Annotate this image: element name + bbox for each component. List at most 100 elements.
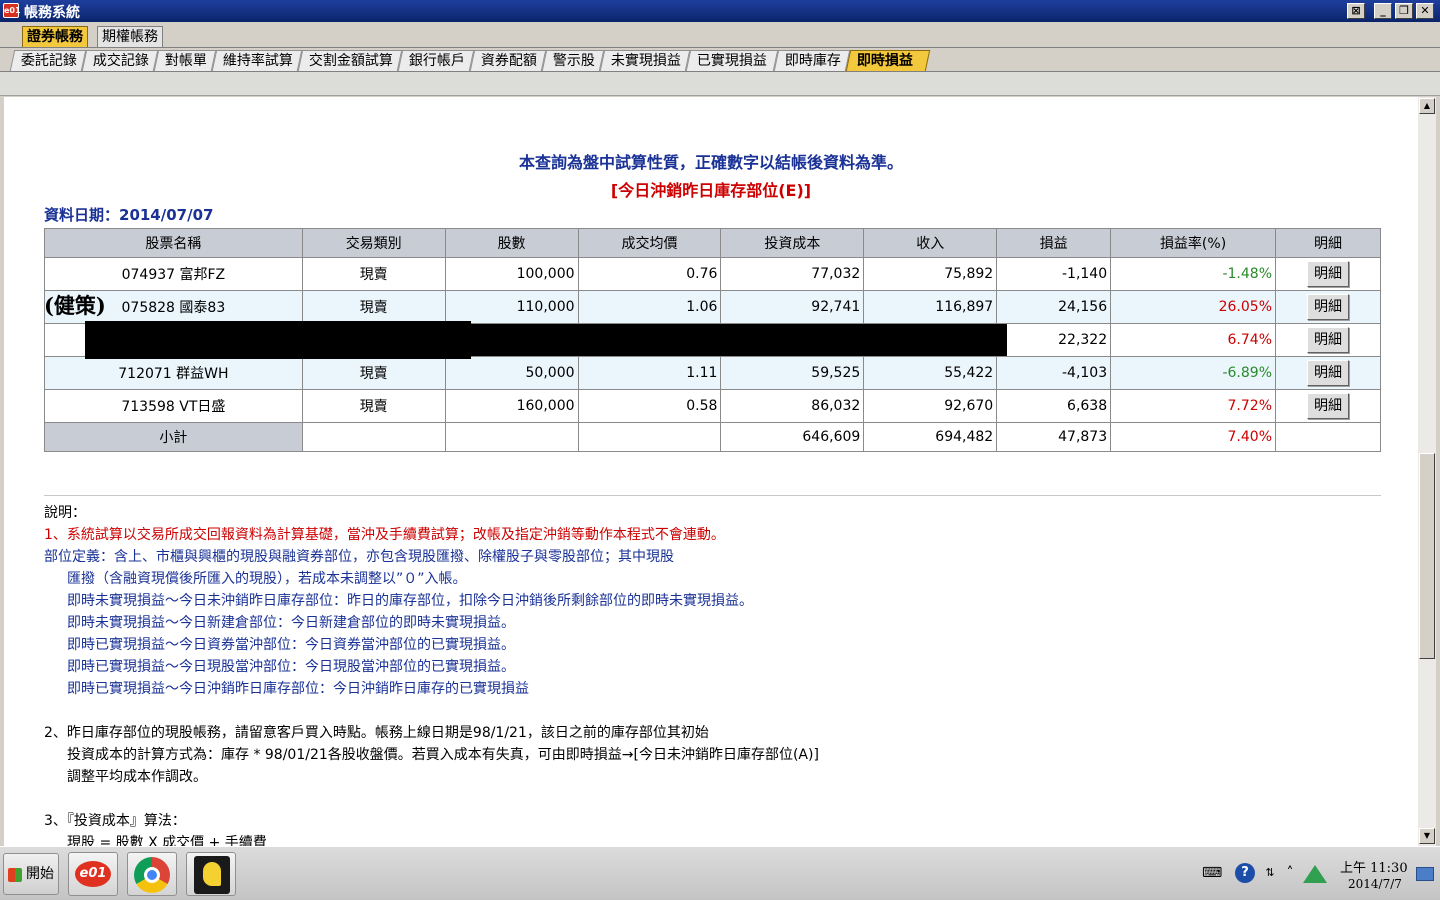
scroll-thumb[interactable] <box>1419 453 1435 659</box>
note-definition: 即時已實現損益～今日資券當沖部位：今日資券當沖部位的已實現損益。 <box>67 637 515 653</box>
sub-tabs: 委託記錄 成交記錄 對帳單 維持率試算 交割金額試算 銀行帳戶 資券配額 警示股… <box>0 48 1440 72</box>
cell-trade-type: 現賣 <box>301 389 446 423</box>
cell-income: 92,670 <box>863 389 998 423</box>
clock-time[interactable]: 上午 11:30 <box>1340 857 1408 876</box>
tab-quota[interactable]: 資券配額 <box>469 50 547 71</box>
cell-pl-rate: 6.74% <box>1110 323 1276 357</box>
subtotal-label: 小計 <box>44 422 303 452</box>
cell-trade-type: 現賣 <box>301 290 446 324</box>
tab-settlement[interactable]: 交割金額試算 <box>297 50 403 71</box>
tab-warning-stocks[interactable]: 警示股 <box>541 50 605 71</box>
tab-securities[interactable]: 證券帳務 <box>22 26 88 47</box>
window-title: 帳務系統 <box>24 5 80 21</box>
minimize-button[interactable]: _ <box>1374 3 1392 19</box>
taskbar-app-yellow[interactable] <box>186 852 236 896</box>
cell-detail: 明細 <box>1275 323 1381 357</box>
cell-pl: 6,638 <box>996 389 1112 423</box>
network-icon[interactable]: ⇅ <box>1260 863 1280 883</box>
note-definition: 匯撥（含融資現償後所匯入的現股），若成本未調整以”０”入帳。 <box>67 571 467 587</box>
subnotice-text: [今日沖銷昨日庫存部位(E)] <box>610 181 812 200</box>
restore-button[interactable]: ❐ <box>1395 3 1413 19</box>
start-button[interactable]: 開始 <box>3 853 59 895</box>
handwritten-note: (健策) <box>44 293 106 318</box>
cell-pl-rate: 26.05% <box>1110 290 1276 324</box>
show-desktop-icon[interactable] <box>1416 867 1434 881</box>
table-row: 712071 群益WH 現賣 50,000 1.11 59,525 55,422… <box>44 356 1381 390</box>
app-icon[interactable]: e01 <box>3 3 21 18</box>
cell-cost: 86,032 <box>720 389 865 423</box>
cell-trade-type: 現賣 <box>301 257 446 291</box>
subtotal-pl: 47,873 <box>996 422 1112 452</box>
keyboard-icon[interactable]: ⌨ <box>1202 863 1222 883</box>
note-definition: 即時未實現損益～今日未沖銷昨日庫存部位：昨日的庫存部位，扣除今日沖銷後所剩餘部位… <box>67 593 753 609</box>
note-2-detail: 投資成本的計算方式為：庫存 * 98/01/21各股收盤價。若買入成本有失真，可… <box>67 747 819 763</box>
yellow-app-icon <box>194 856 230 894</box>
redaction-block <box>85 321 471 359</box>
cell-pl: 22,322 <box>996 323 1112 357</box>
tab-bank-account[interactable]: 銀行帳戶 <box>397 50 475 71</box>
taskbar-app-chrome[interactable] <box>127 852 177 896</box>
cell-cost: 59,525 <box>720 356 865 390</box>
detail-button[interactable]: 明細 <box>1307 393 1349 419</box>
chrome-icon <box>134 857 170 893</box>
main-tabs: 證券帳務 期權帳務 <box>0 22 1440 48</box>
taskbar-app-e01[interactable]: e01 <box>68 852 118 896</box>
redaction-block <box>471 324 1007 356</box>
table-row: 075828 國泰83 現賣 110,000 1.06 92,741 116,8… <box>44 290 1381 324</box>
clock-date[interactable]: 2014/7/7 <box>1348 877 1402 891</box>
table-row: 074937 富邦FZ 現賣 100,000 0.76 77,032 75,89… <box>44 257 1381 291</box>
cell-detail: 明細 <box>1275 389 1381 423</box>
note-1: 1、系統試算以交易所成交回報資料為計算基礎，當沖及手續費試算；改帳及指定沖銷等動… <box>44 527 725 543</box>
tab-statement[interactable]: 對帳單 <box>153 50 217 71</box>
subtotal-pl-rate: 7.40% <box>1110 422 1276 452</box>
scroll-up-arrow-icon[interactable]: ▲ <box>1419 98 1435 114</box>
subtotal-row: 小計 646,609 694,482 47,873 7.40% <box>44 422 1381 452</box>
tab-realtime-pl[interactable]: 即時損益 <box>845 50 931 71</box>
subtotal-income: 694,482 <box>863 422 998 452</box>
close-button[interactable]: ✕ <box>1416 3 1434 19</box>
tab-trades[interactable]: 成交記錄 <box>81 50 159 71</box>
header-stock-name: 股票名稱 <box>44 228 303 258</box>
cell-cost: 77,032 <box>720 257 865 291</box>
close-x-icon[interactable]: ⊠ <box>1347 3 1365 19</box>
notice-text: 本查詢為盤中試算性質，正確數字以結帳後資料為準。 <box>518 153 903 172</box>
cell-shares: 100,000 <box>444 257 579 291</box>
windows-logo-icon <box>8 868 22 882</box>
header-pl: 損益 <box>996 228 1112 258</box>
tab-unrealized[interactable]: 未實現損益 <box>599 50 691 71</box>
cell-stock-name: 713598 VT日盛 <box>44 389 303 423</box>
scroll-down-arrow-icon[interactable]: ▼ <box>1419 828 1435 844</box>
subtotal-empty <box>301 422 446 452</box>
table-header: 股票名稱 交易類別 股數 成交均價 投資成本 收入 損益 損益率(%) 明細 <box>44 228 1381 258</box>
tab-orders[interactable]: 委託記錄 <box>9 50 87 71</box>
detail-button[interactable]: 明細 <box>1307 327 1349 353</box>
detail-button[interactable]: 明細 <box>1307 261 1349 287</box>
tab-maintenance-ratio[interactable]: 維持率試算 <box>211 50 303 71</box>
cell-shares: 50,000 <box>444 356 579 390</box>
help-icon[interactable]: ? <box>1235 863 1255 883</box>
cell-shares: 160,000 <box>444 389 579 423</box>
cell-avg-price: 1.11 <box>577 356 722 390</box>
tab-inventory[interactable]: 即時庫存 <box>773 50 851 71</box>
cell-income: 55,422 <box>863 356 998 390</box>
start-label: 開始 <box>26 866 54 882</box>
chevron-up-icon[interactable]: ˄ <box>1280 863 1300 883</box>
cell-detail: 明細 <box>1275 257 1381 291</box>
detail-button[interactable]: 明細 <box>1307 360 1349 386</box>
subtotal-empty <box>444 422 579 452</box>
subtotal-cost: 646,609 <box>720 422 865 452</box>
content-pane: 本查詢為盤中試算性質，正確數字以結帳後資料為準。 [今日沖銷昨日庫存部位(E)]… <box>4 97 1418 846</box>
subtotal-empty <box>577 422 722 452</box>
note-2-detail: 調整平均成本作調改。 <box>67 769 207 785</box>
notes-heading: 說明： <box>44 505 86 521</box>
tab-realized[interactable]: 已實現損益 <box>685 50 779 71</box>
vertical-scrollbar[interactable]: ▲ ▼ <box>1418 97 1436 846</box>
data-date: 資料日期：2014/07/07 <box>44 206 214 224</box>
tab-futures-options[interactable]: 期權帳務 <box>97 26 163 47</box>
note-3-detail: 現股 = 股數 X 成交價 + 手續費 <box>67 835 267 846</box>
cell-pl: -4,103 <box>996 356 1112 390</box>
header-detail: 明細 <box>1275 228 1381 258</box>
taskbar: 開始 e01 ⌨ ? ⇅ ˄ 上午 11:30 2014/7/7 <box>0 846 1440 900</box>
google-drive-icon[interactable] <box>1303 865 1327 885</box>
detail-button[interactable]: 明細 <box>1307 294 1349 320</box>
